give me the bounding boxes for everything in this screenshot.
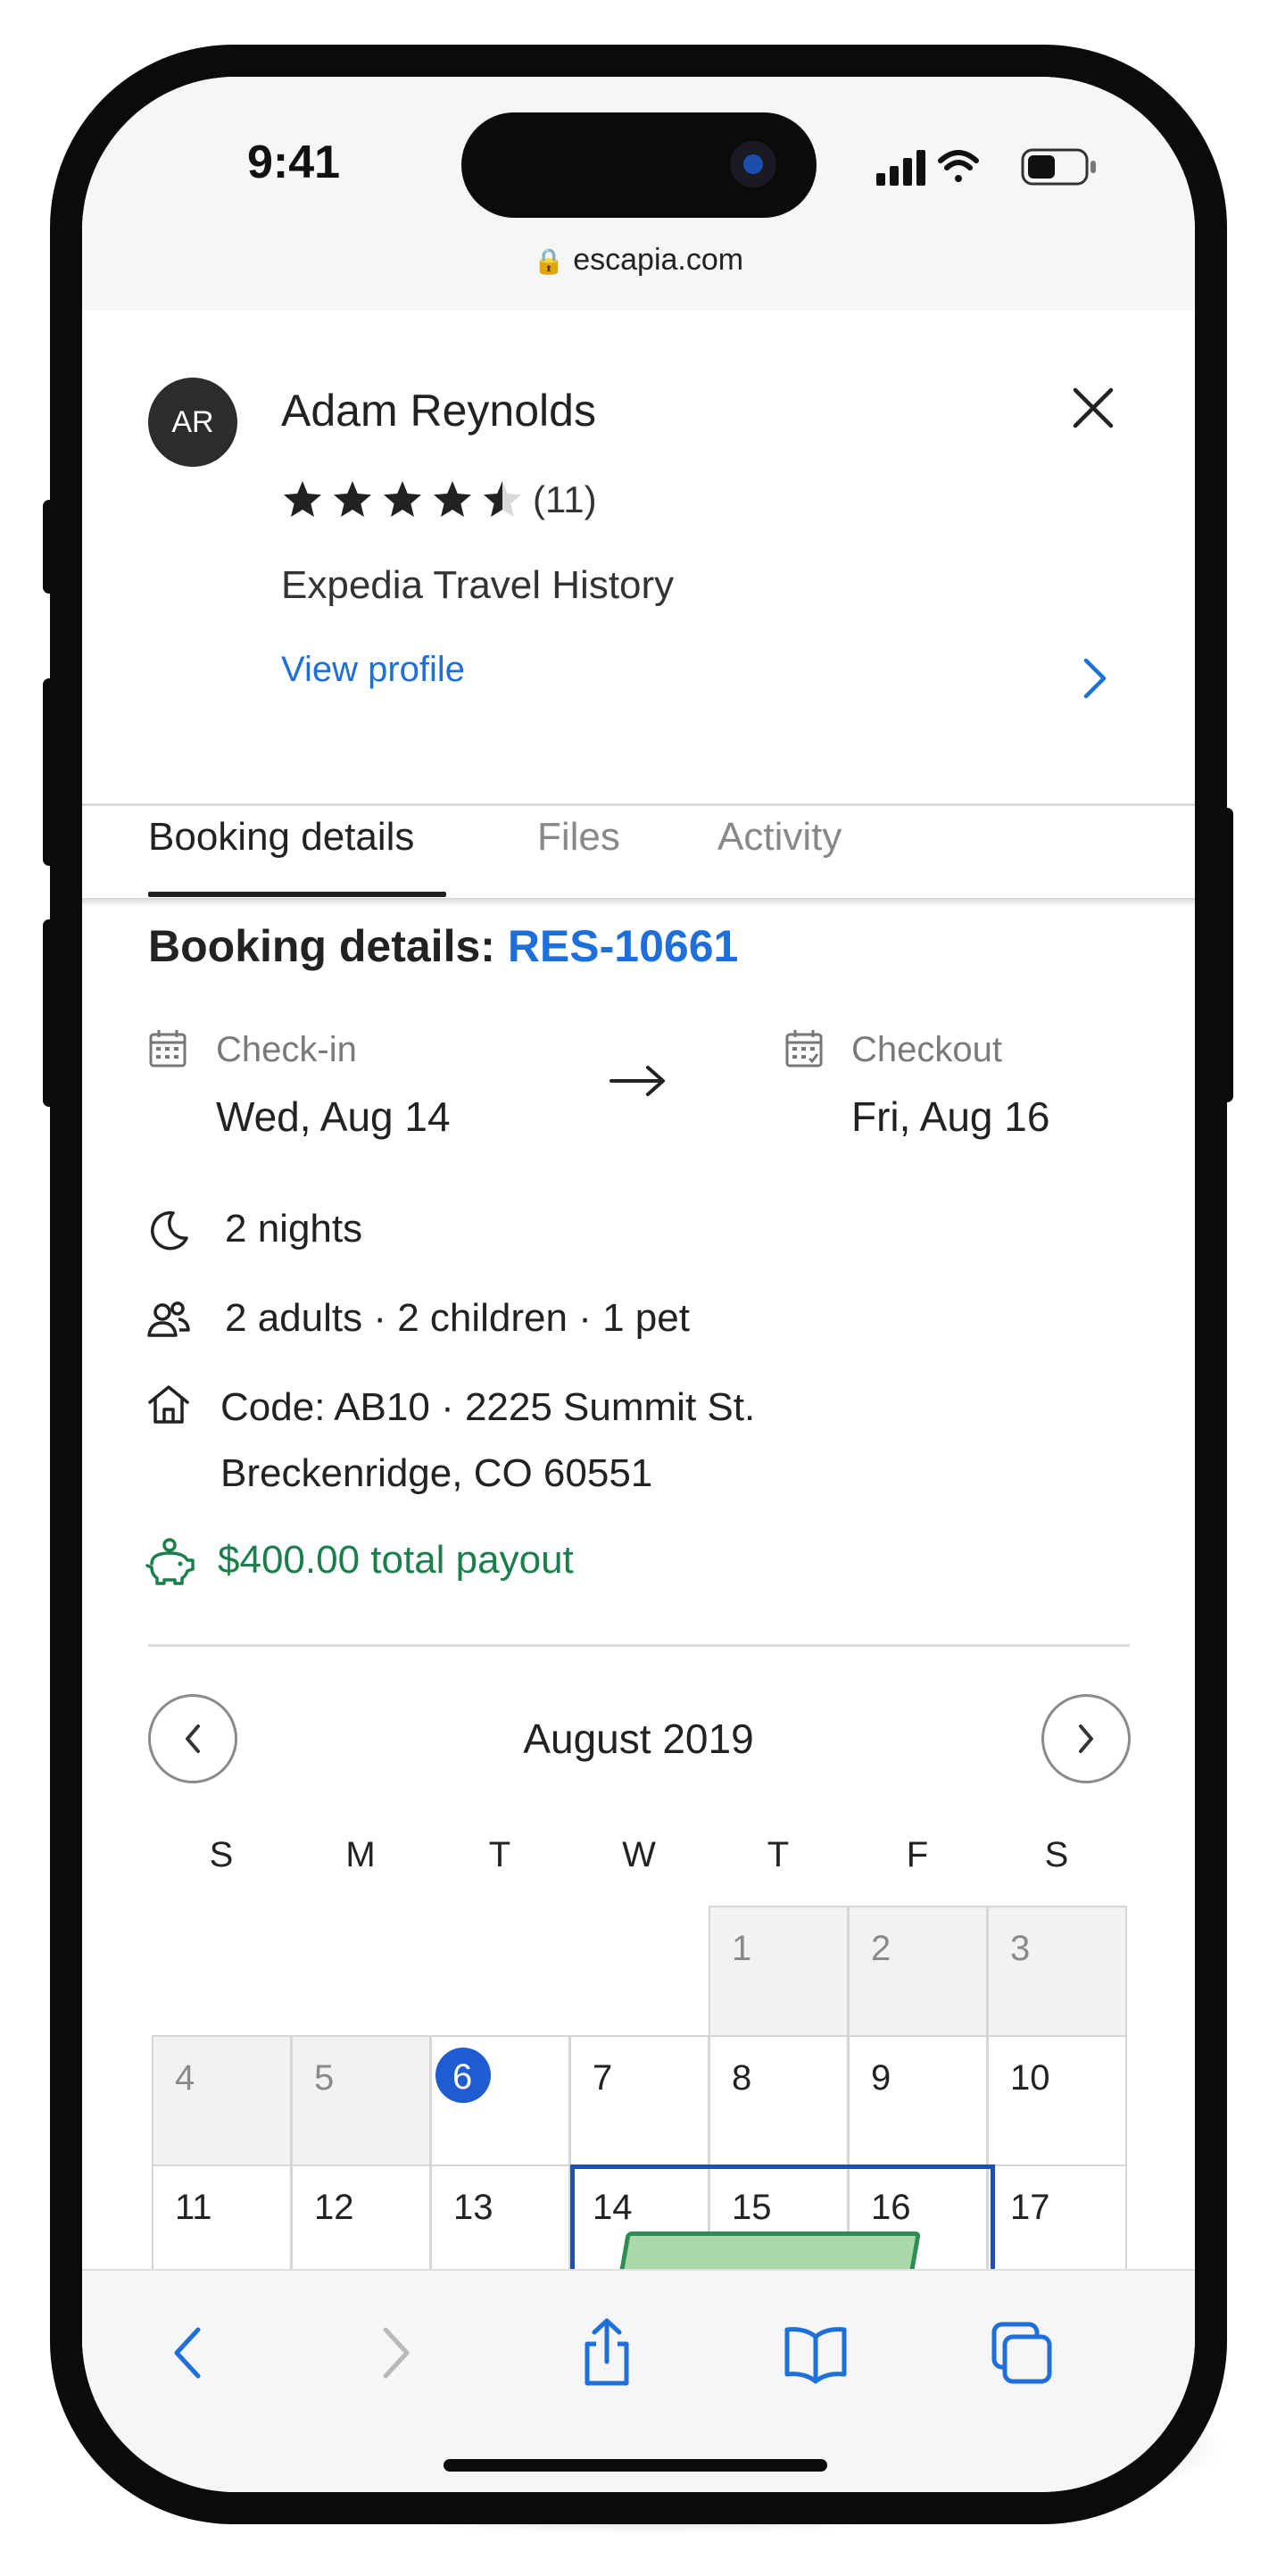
calendar-day[interactable]: 4 — [152, 2035, 292, 2166]
chevron-right-icon[interactable] — [1077, 655, 1113, 702]
star-icon — [284, 481, 321, 517]
booking-title-label: Booking details: — [148, 921, 508, 971]
moon-icon — [151, 1210, 188, 1251]
forward-icon[interactable] — [357, 2317, 428, 2389]
volume-down-button — [43, 919, 55, 1107]
people-icon — [147, 1301, 190, 1337]
tabs-icon[interactable] — [985, 2317, 1057, 2389]
tab-activity[interactable]: Activity — [717, 815, 842, 860]
guest-count: 2 adults · 2 children · 1 pet — [225, 1296, 690, 1340]
calendar-day-number: 8 — [732, 2058, 752, 2098]
bookmarks-icon[interactable] — [780, 2317, 851, 2389]
calendar-day-number: 17 — [1010, 2188, 1050, 2227]
calendar-day-number: 9 — [871, 2058, 891, 2098]
calendar-day[interactable]: 1 — [709, 1906, 849, 2037]
tabs-divider — [82, 803, 1195, 806]
lock-icon: 🔒 — [533, 247, 565, 275]
tab-booking-details[interactable]: Booking details — [148, 815, 414, 860]
arrow-right-icon — [609, 1066, 665, 1096]
calendar-day-number: 2 — [871, 1929, 891, 1968]
calendar-day-number: 6 — [452, 2057, 473, 2097]
calendar-day[interactable]: 7 — [569, 2035, 709, 2166]
url-text: escapia.com — [573, 243, 744, 277]
calendar-day-number: 1 — [732, 1929, 752, 1968]
volume-up-button — [43, 678, 55, 866]
checkin-date: Wed, Aug 14 — [216, 1093, 451, 1140]
calendar-day-number: 4 — [175, 2058, 195, 2098]
avatar: AR — [148, 378, 237, 467]
wifi-icon — [938, 150, 979, 182]
calendar-day[interactable]: 9 — [848, 2035, 988, 2166]
action-button — [43, 500, 55, 594]
status-icons — [876, 150, 979, 186]
calendar-month-title: August 2019 — [523, 1716, 754, 1762]
chevron-right-icon — [1079, 1724, 1093, 1753]
booking-title: Booking details: RES-10661 — [148, 920, 738, 972]
tabs-shadow — [82, 898, 1195, 907]
address-line-1: Code: AB10 · 2225 Summit St. — [220, 1385, 756, 1429]
calendar-day[interactable]: 10 — [987, 2035, 1127, 2166]
weekday-label: T — [488, 1835, 511, 1874]
calendar-day-number: 13 — [453, 2188, 493, 2227]
status-time: 9:41 — [247, 137, 341, 188]
star-icon — [384, 481, 421, 517]
calendar-day-number: 10 — [1010, 2058, 1050, 2098]
section-divider — [148, 1644, 1130, 1647]
weekday-label: M — [345, 1835, 376, 1874]
rating-count: (11) — [533, 478, 597, 520]
tab-files[interactable]: Files — [537, 815, 620, 860]
total-payout: $400.00 total payout — [218, 1538, 574, 1582]
weekday-label: S — [209, 1835, 234, 1874]
calendar-day[interactable]: 5 — [291, 2035, 431, 2166]
phone-screen: 9:41 🔒 escapia.com AR Adam Reynolds (11)… — [82, 77, 1195, 2492]
back-icon[interactable] — [155, 2317, 227, 2389]
weekday-label: F — [906, 1835, 929, 1874]
calendar-icon — [149, 1030, 187, 1068]
camera-icon — [730, 141, 776, 187]
calendar-day-today[interactable]: 6 — [430, 2035, 570, 2166]
calendar-icon — [785, 1030, 823, 1068]
star-icon — [434, 481, 471, 517]
star-rating: (11) — [281, 477, 597, 523]
address-bar[interactable]: 🔒 escapia.com — [82, 243, 1195, 278]
home-icon — [148, 1385, 189, 1424]
battery-icon — [1021, 148, 1096, 186]
star-icon — [334, 481, 371, 517]
calendar-day-number: 11 — [175, 2188, 212, 2227]
calendar-day-number: 12 — [314, 2188, 354, 2227]
next-month-button[interactable] — [1041, 1694, 1131, 1783]
calendar-day[interactable]: 3 — [987, 1906, 1127, 2037]
address-line-2: Breckenridge, CO 60551 — [220, 1451, 653, 1495]
checkin-label: Check-in — [216, 1030, 357, 1069]
signal-icon — [876, 150, 925, 186]
view-profile-link[interactable]: View profile — [281, 650, 465, 690]
piggy-bank-icon — [145, 1538, 195, 1585]
travel-history-label: Expedia Travel History — [281, 563, 675, 607]
nights-count: 2 nights — [225, 1207, 363, 1251]
weekday-label: T — [767, 1835, 790, 1874]
power-button — [1221, 808, 1233, 1102]
guest-name: Adam Reynolds — [281, 386, 596, 436]
calendar-day[interactable]: 2 — [848, 1906, 988, 2037]
calendar-day-number: 3 — [1010, 1929, 1031, 1968]
calendar-day-number: 5 — [314, 2058, 335, 2098]
active-tab-indicator — [148, 892, 446, 897]
close-icon[interactable] — [1070, 385, 1116, 431]
half-star-icon — [484, 481, 521, 517]
calendar-day-number: 7 — [593, 2058, 613, 2098]
share-icon[interactable] — [571, 2317, 643, 2389]
checkout-label: Checkout — [851, 1030, 1002, 1069]
booking-id-link[interactable]: RES-10661 — [508, 921, 739, 971]
home-indicator — [444, 2459, 827, 2472]
calendar-day[interactable]: 8 — [709, 2035, 849, 2166]
weekday-label: S — [1044, 1835, 1069, 1874]
weekday-label: W — [622, 1835, 656, 1874]
checkout-date: Fri, Aug 16 — [851, 1093, 1050, 1140]
